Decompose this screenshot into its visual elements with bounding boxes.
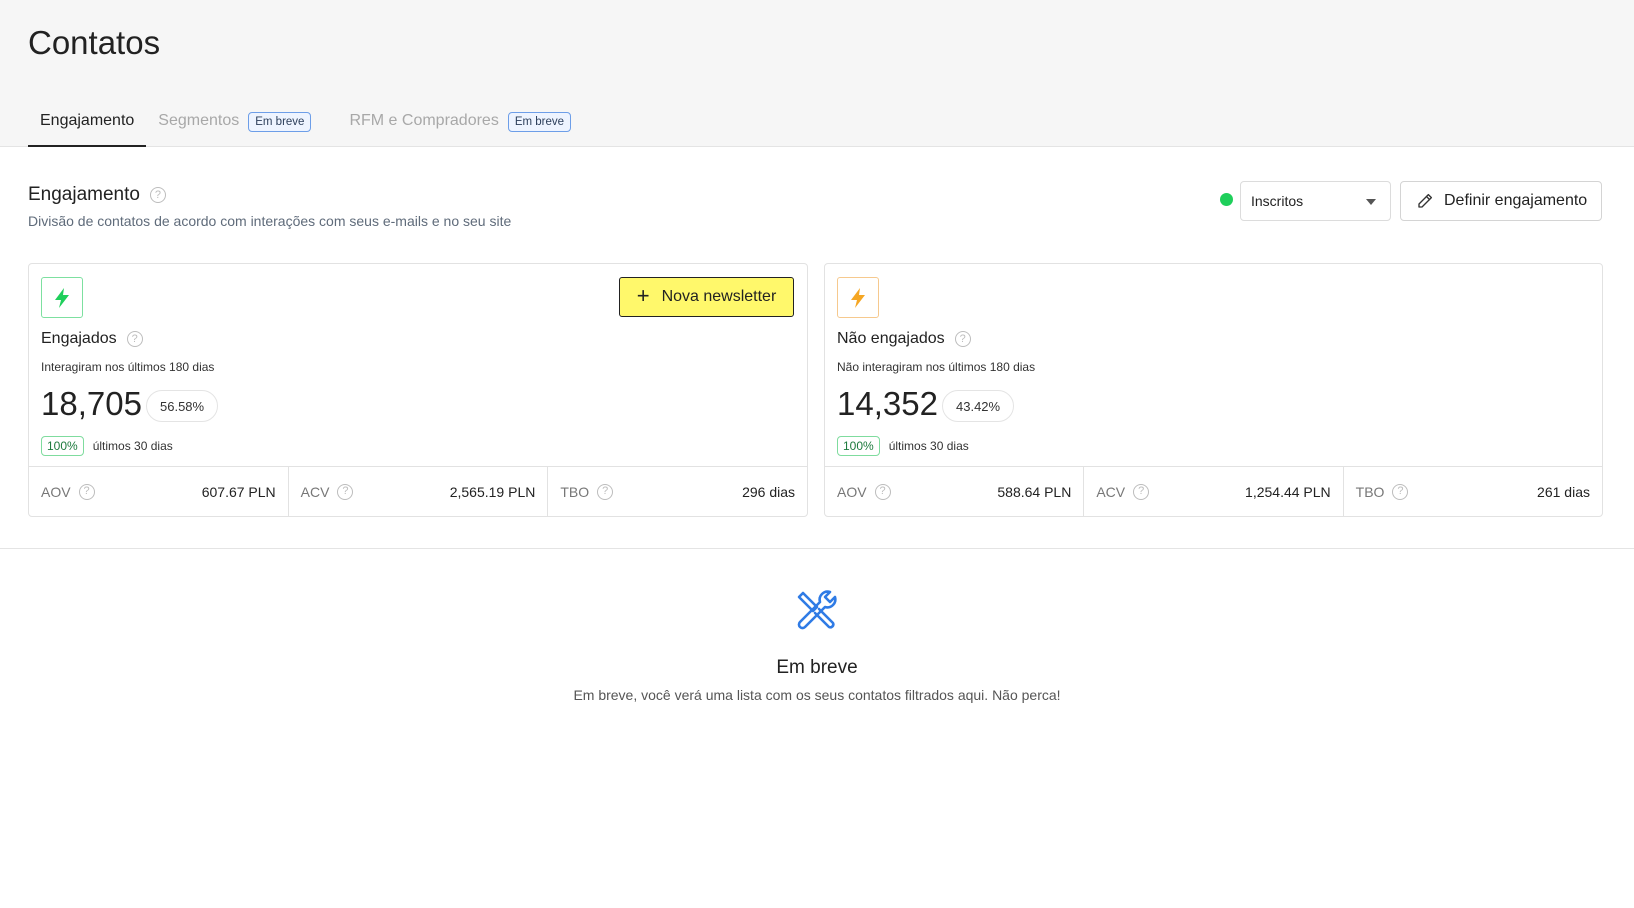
- section-subtitle: Divisão de contatos de acordo com intera…: [28, 213, 512, 229]
- metric-value: 607.67 PLN: [201, 483, 276, 500]
- empty-state-subtitle: Em breve, você verá uma lista com os seu…: [573, 687, 1061, 703]
- metrics-row: AOV? 588.64 PLN ACV? 1,254.44 PLN TBO? 2…: [825, 466, 1602, 516]
- engaged-icon-box: [41, 277, 83, 318]
- lightning-icon: [851, 287, 865, 308]
- new-newsletter-button[interactable]: + Nova newsletter: [619, 277, 794, 317]
- engaged-card: + Nova newsletter Engajados ? Interagira…: [28, 263, 808, 517]
- trend-label: últimos 30 dias: [92, 439, 173, 453]
- card-subtitle: Interagiram nos últimos 180 dias: [41, 360, 215, 374]
- metric-value: 261 dias: [1537, 483, 1590, 500]
- define-engagement-button[interactable]: Definir engajamento: [1400, 181, 1602, 221]
- metric-tbo: TBO? 296 dias: [548, 467, 807, 516]
- card-title-text: Não engajados: [837, 330, 945, 347]
- tab-label: Engajamento: [40, 112, 135, 129]
- help-icon[interactable]: ?: [149, 187, 166, 203]
- plus-icon: +: [636, 283, 650, 308]
- metric-name: TBO: [1355, 483, 1385, 500]
- trend-badge: 100%: [837, 436, 880, 456]
- section-title: Engajamento ?: [28, 184, 166, 206]
- metric-name: ACV: [1096, 483, 1126, 500]
- trend-row: 100% últimos 30 dias: [837, 436, 969, 456]
- metric-name: AOV: [837, 483, 867, 500]
- subscriber-filter-select[interactable]: Inscritos: [1240, 181, 1391, 221]
- metric-name: AOV: [41, 483, 71, 500]
- card-title-text: Engajados: [41, 330, 117, 347]
- chevron-down-icon: [1366, 199, 1376, 205]
- tab-rfm-compradores[interactable]: RFM e Compradores Em breve: [337, 104, 583, 147]
- metric-acv: ACV? 1,254.44 PLN: [1084, 467, 1344, 516]
- metric-tbo: TBO? 261 dias: [1344, 467, 1602, 516]
- section-title-text: Engajamento: [28, 184, 140, 205]
- percent-badge: 43.42%: [942, 390, 1015, 422]
- metrics-row: AOV? 607.67 PLN ACV? 2,565.19 PLN TBO? 2…: [29, 466, 807, 516]
- contact-count: 14,352: [837, 385, 938, 422]
- card-title: Não engajados ?: [837, 330, 971, 348]
- trend-row: 100% últimos 30 dias: [41, 436, 173, 456]
- percent-badge: 56.58%: [146, 390, 219, 422]
- trend-badge: 100%: [41, 436, 84, 456]
- tab-segmentos[interactable]: Segmentos Em breve: [146, 104, 323, 147]
- soon-badge: Em breve: [507, 112, 572, 132]
- new-newsletter-label: Nova newsletter: [661, 288, 777, 305]
- soon-badge: Em breve: [248, 112, 312, 132]
- metric-aov: AOV? 588.64 PLN: [825, 467, 1085, 516]
- tab-bar: Engajamento Segmentos Em breve RFM e Com…: [28, 104, 597, 147]
- help-icon[interactable]: ?: [1392, 483, 1409, 500]
- status-dot-icon: [1220, 193, 1233, 206]
- page-title: Contatos: [28, 24, 161, 61]
- metric-name: TBO: [560, 483, 590, 500]
- card-title: Engajados ?: [41, 330, 143, 348]
- page-header: Contatos Engajamento Segmentos Em breve …: [0, 0, 1634, 147]
- select-value: Inscritos: [1251, 193, 1304, 209]
- help-icon[interactable]: ?: [1133, 483, 1150, 500]
- metric-value: 296 dias: [742, 483, 796, 500]
- help-icon[interactable]: ?: [126, 331, 143, 347]
- metric-value: 1,254.44 PLN: [1245, 483, 1331, 500]
- contact-count: 18,705: [41, 385, 142, 422]
- not-engaged-card: Não engajados ? Não interagiram nos últi…: [824, 263, 1603, 517]
- metric-aov: AOV? 607.67 PLN: [29, 467, 289, 516]
- tab-engajamento[interactable]: Engajamento: [28, 104, 147, 147]
- help-icon[interactable]: ?: [954, 331, 971, 347]
- help-icon[interactable]: ?: [337, 483, 354, 500]
- lightning-icon: [55, 287, 69, 308]
- tab-label: RFM e Compradores: [349, 112, 499, 129]
- metric-value: 588.64 PLN: [997, 483, 1072, 500]
- metric-acv: ACV? 2,565.19 PLN: [289, 467, 549, 516]
- pencil-icon: [1418, 193, 1433, 208]
- empty-state-title: Em breve: [776, 657, 858, 678]
- define-engagement-label: Definir engajamento: [1444, 192, 1588, 209]
- metric-name: ACV: [300, 483, 330, 500]
- help-icon[interactable]: ?: [78, 483, 95, 500]
- section-divider: [0, 548, 1634, 549]
- card-subtitle: Não interagiram nos últimos 180 dias: [837, 360, 1036, 374]
- not-engaged-icon-box: [837, 277, 879, 318]
- help-icon[interactable]: ?: [597, 483, 614, 500]
- metric-value: 2,565.19 PLN: [449, 483, 536, 500]
- tab-label: Segmentos: [158, 112, 240, 129]
- help-icon[interactable]: ?: [874, 483, 891, 500]
- tools-icon: [793, 587, 841, 640]
- trend-label: últimos 30 dias: [888, 439, 969, 453]
